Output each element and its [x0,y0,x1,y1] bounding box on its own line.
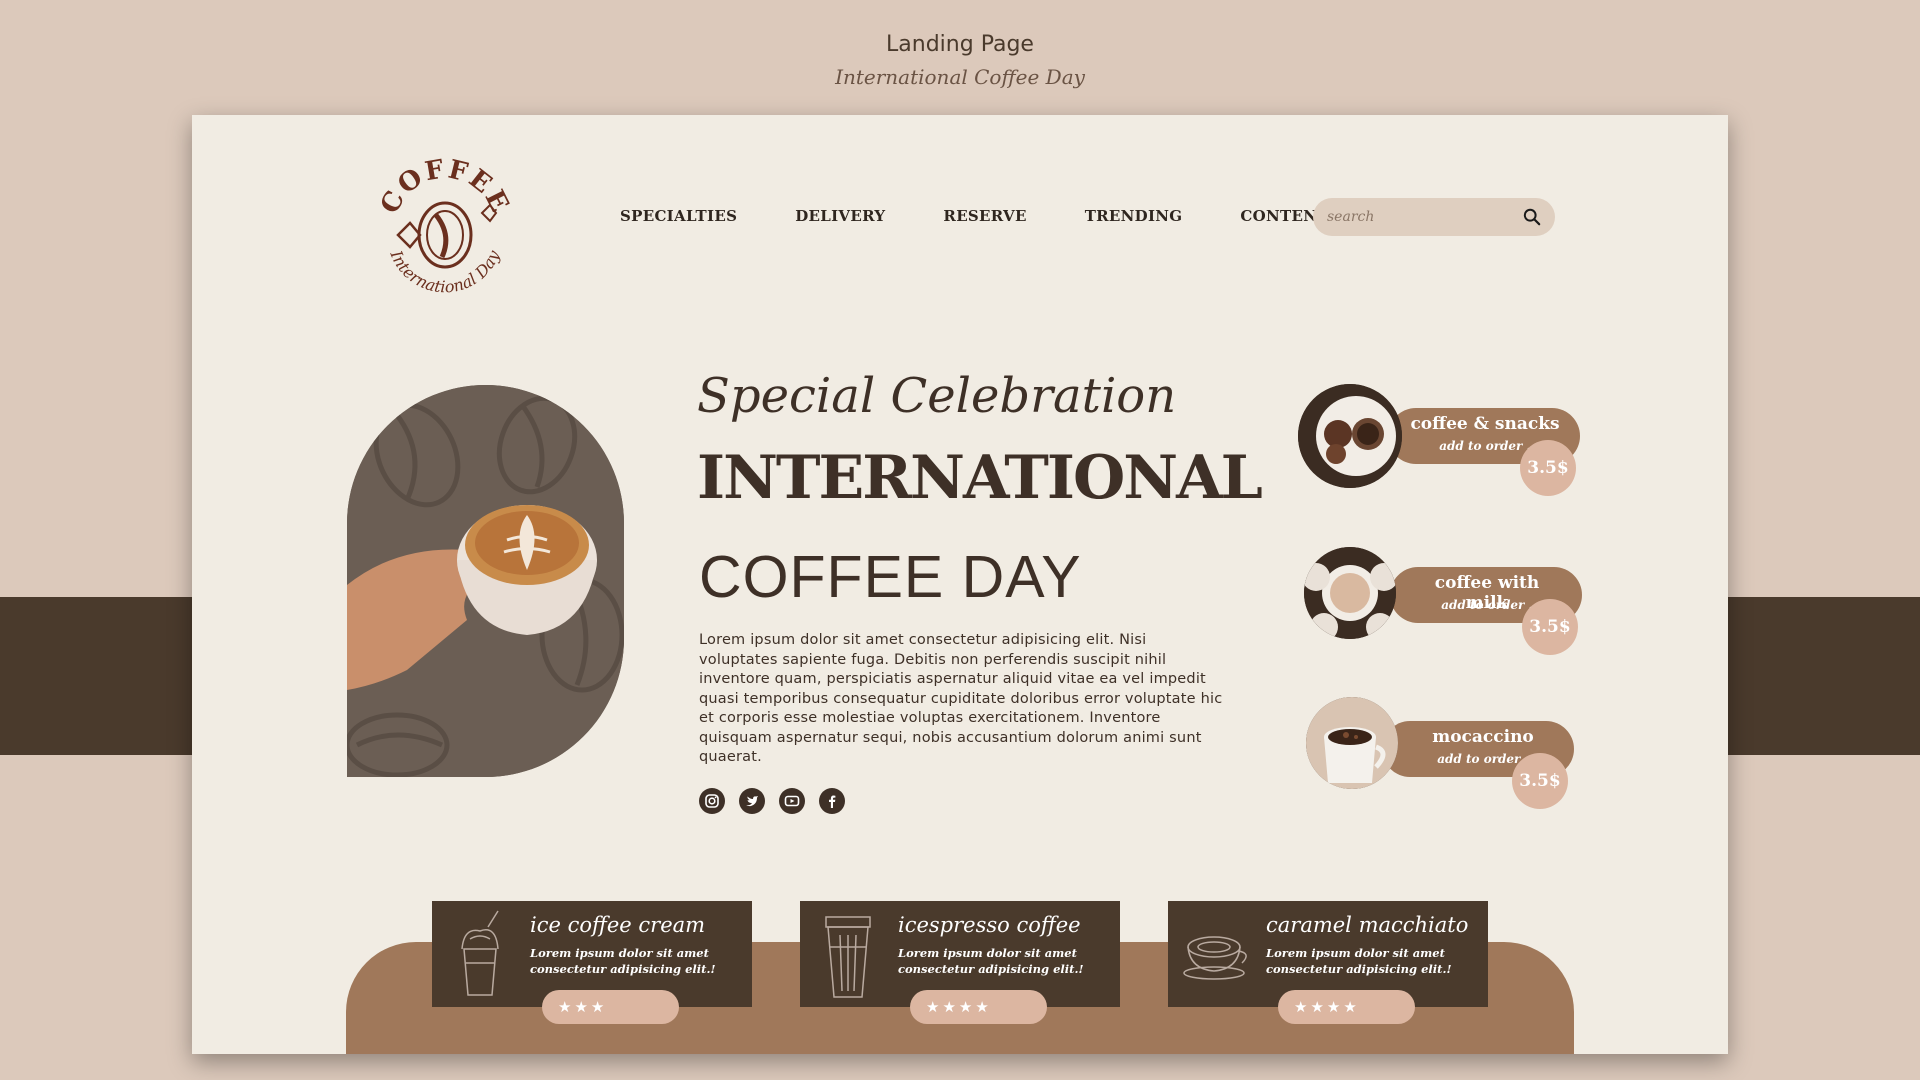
twitter-icon[interactable] [739,788,765,814]
rating-stars: ★★★ [542,990,679,1024]
nav-item-delivery[interactable]: DELIVERY [795,207,885,225]
nav-item-trending[interactable]: TRENDING [1085,207,1183,225]
youtube-icon[interactable] [779,788,805,814]
nav-item-reserve[interactable]: RESERVE [943,207,1026,225]
page-title: Landing Page [886,32,1034,57]
product-name: mocaccino [1432,727,1534,747]
price-badge: 3.5$ [1512,753,1568,809]
coffee-logo[interactable]: COFFEE International Day [370,153,520,303]
drink-card-ice-coffee-cream[interactable]: ice coffee cream Lorem ipsum dolor sit a… [432,901,752,1024]
drink-card-caramel-macchiato[interactable]: caramel macchiato Lorem ipsum dolor sit … [1168,901,1488,1024]
hero-subtitle: COFFEE DAY [699,544,1082,610]
hero-image [347,385,624,777]
search-input[interactable] [1327,209,1523,225]
facebook-icon[interactable] [819,788,845,814]
product-image [1298,384,1402,488]
nav-item-specialties[interactable]: SPECIALTIES [620,207,737,225]
product-mocaccino[interactable]: mocaccino add to order . 3.5$ [1306,697,1596,809]
drink-card-icespresso-coffee[interactable]: icespresso coffee Lorem ipsum dolor sit … [800,901,1120,1024]
landing-frame: COFFEE International Day SPECIALTIES DEL… [192,115,1728,1054]
ice-coffee-cup-icon [461,910,499,996]
social-links [699,788,845,814]
page-header: Landing Page International Coffee Day [0,32,1920,89]
price-badge: 3.5$ [1522,599,1578,655]
search-icon[interactable] [1523,208,1541,226]
hero-script-title: Special Celebration [697,368,1177,424]
product-image [1306,697,1398,789]
page-subtitle: International Coffee Day [835,65,1085,89]
product-coffee-snacks[interactable]: coffee & snacks add to order . 3.5$ [1298,384,1588,496]
card-title: icespresso coffee [898,913,1081,937]
product-image [1304,547,1396,639]
coffee-cup-saucer-icon [1183,936,1247,980]
instagram-icon[interactable] [699,788,725,814]
card-title: caramel macchiato [1266,913,1469,937]
product-name: coffee & snacks [1410,414,1560,434]
rating-stars: ★★★★ [910,990,1047,1024]
card-description: Lorem ipsum dolor sit amet consectetur a… [1266,946,1452,976]
product-coffee-milk[interactable]: coffee with milk add to order . 3.5$ [1300,543,1590,655]
takeaway-cup-icon [825,916,871,998]
price-badge: 3.5$ [1520,440,1576,496]
card-description: Lorem ipsum dolor sit amet consectetur a… [898,946,1084,976]
card-title: ice coffee cream [530,913,706,937]
card-description: Lorem ipsum dolor sit amet consectetur a… [530,946,716,976]
hero-body-text: Lorem ipsum dolor sit amet consectetur a… [699,632,1223,765]
main-nav: SPECIALTIES DELIVERY RESERVE TRENDING CO… [620,207,1329,225]
hero-title: INTERNATIONAL [697,443,1263,513]
rating-stars: ★★★★ [1278,990,1415,1024]
search-box [1313,198,1555,236]
